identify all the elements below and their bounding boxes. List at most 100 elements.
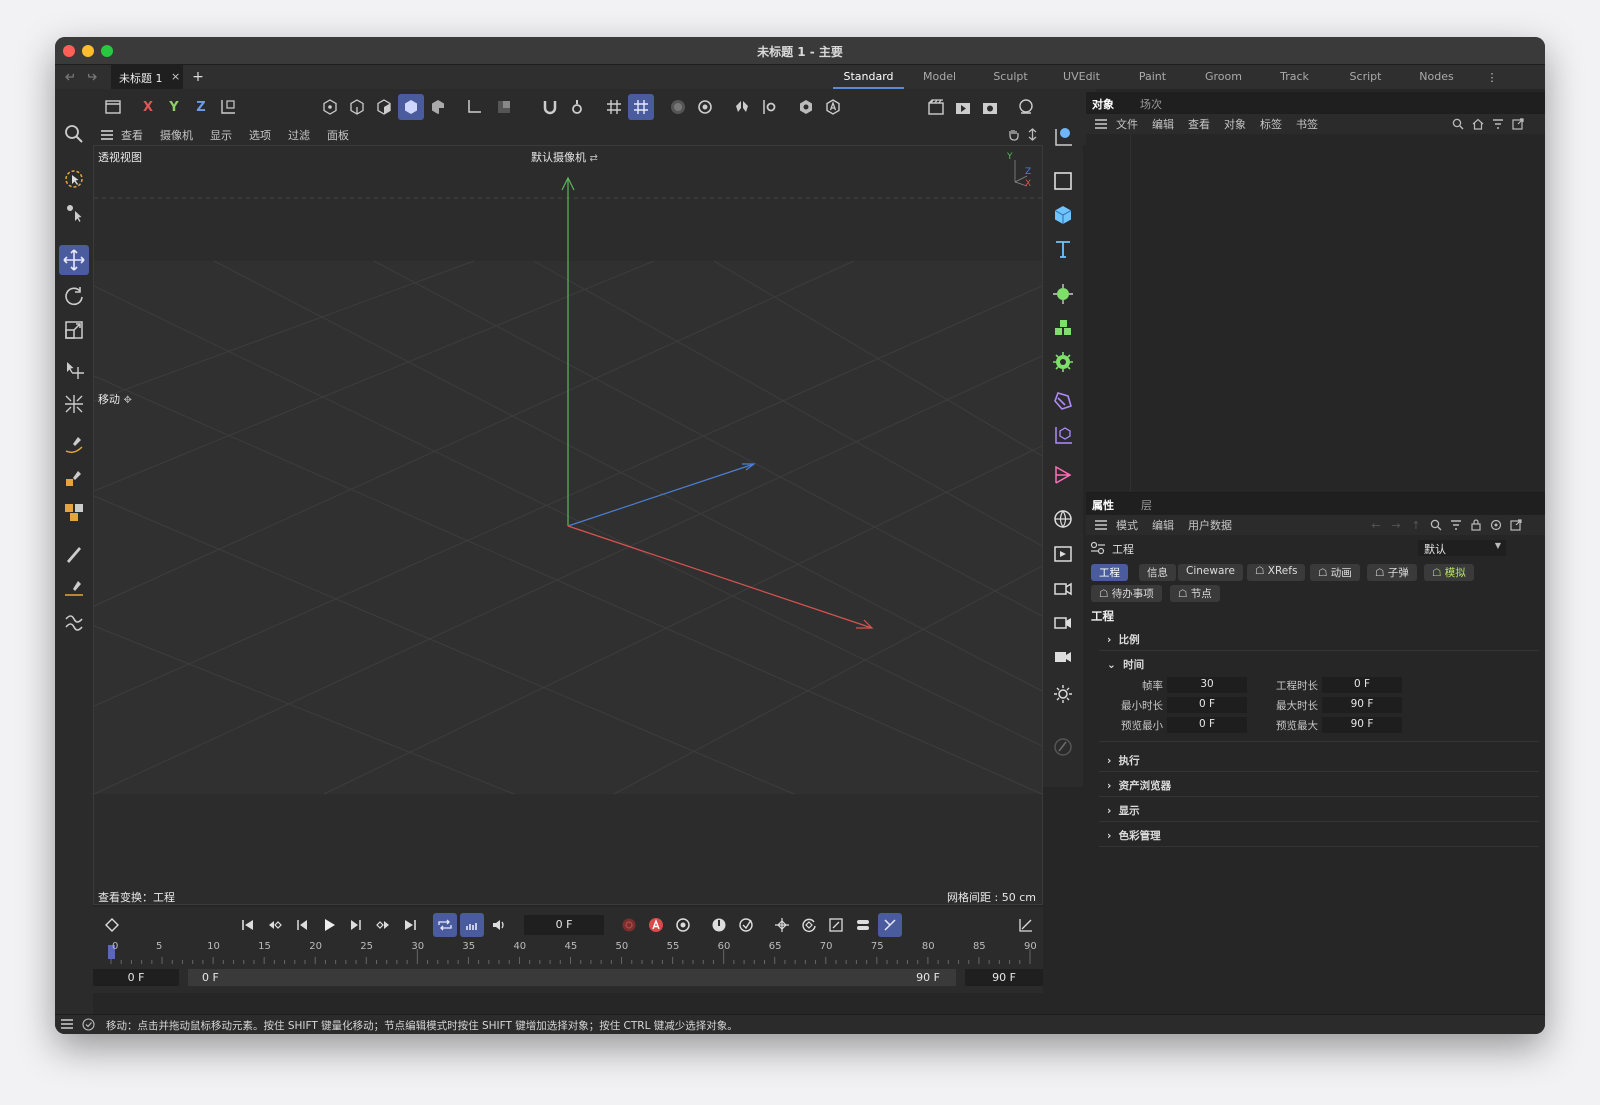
lock-icon[interactable] (1468, 517, 1484, 533)
plane-object-icon[interactable] (1048, 166, 1078, 196)
placement-tool-icon[interactable] (59, 355, 89, 385)
tab-takes[interactable]: 场次 (1140, 96, 1162, 112)
preset-select[interactable]: 默认 ▼ (1418, 540, 1506, 556)
camera-object-icon[interactable] (1048, 574, 1078, 604)
section-time[interactable]: ⌄ 时间 (1099, 652, 1539, 676)
spline-pen-icon[interactable] (59, 429, 89, 459)
tab-attributes[interactable]: 属性 (1092, 497, 1114, 513)
section-display[interactable]: › 显示 (1099, 798, 1539, 822)
transform-tool-icon[interactable] (59, 197, 89, 227)
mograph-spline-icon[interactable] (1048, 460, 1078, 490)
axis-x-lock[interactable]: X (135, 94, 161, 120)
object-menu-icon[interactable] (1086, 118, 1116, 130)
pan-hand-icon[interactable] (1005, 126, 1021, 142)
symmetry-settings-icon[interactable] (692, 94, 718, 120)
section-asset-browser[interactable]: › 资产浏览器 (1099, 773, 1539, 797)
null-object-icon[interactable] (1048, 122, 1078, 152)
chip-simulation[interactable]: ☖ 模拟 (1424, 564, 1474, 581)
next-key-icon[interactable] (371, 913, 395, 937)
solo-mode-icon[interactable] (491, 94, 517, 120)
model-mode-icon[interactable] (398, 94, 424, 120)
sound-icon[interactable] (487, 913, 511, 937)
search-icon[interactable] (59, 119, 89, 149)
range-slider[interactable]: 0 F 90 F (188, 969, 956, 986)
tab-standard[interactable]: Standard (833, 65, 904, 89)
prev-key-icon[interactable] (263, 913, 287, 937)
chip-bullet[interactable]: ☖ 子弹 (1367, 564, 1417, 581)
spline-arc-icon[interactable] (59, 607, 89, 637)
preview-min-field[interactable]: 0 F (1167, 717, 1247, 733)
key-position-icon[interactable] (770, 913, 794, 937)
deformer-object-icon[interactable] (1048, 386, 1078, 416)
chip-xrefs[interactable]: ☖ XRefs (1247, 564, 1306, 581)
fps-field[interactable]: 30 (1167, 677, 1247, 693)
key-parameter-icon[interactable] (851, 913, 875, 937)
tab-script[interactable]: Script (1330, 65, 1401, 89)
key-interpolation-icon[interactable] (734, 913, 758, 937)
camera-rig-icon[interactable] (1048, 608, 1078, 638)
tab-track[interactable]: Track (1259, 65, 1330, 89)
timeline-graph-icon[interactable] (1014, 913, 1038, 937)
omenu-file[interactable]: 文件 (1116, 116, 1138, 132)
section-color-management[interactable]: › 色彩管理 (1099, 823, 1539, 847)
next-frame-icon[interactable] (344, 913, 368, 937)
scale-tool-icon[interactable] (59, 315, 89, 345)
chip-animation[interactable]: ☖ 动画 (1310, 564, 1360, 581)
prev-frame-icon[interactable] (290, 913, 314, 937)
spline-smooth-icon[interactable] (59, 573, 89, 603)
light-object-icon[interactable] (1048, 678, 1078, 708)
playback-rate-icon[interactable] (460, 913, 484, 937)
range-end-field[interactable]: 90 F (965, 969, 1043, 986)
amenu-userdata[interactable]: 用户数据 (1188, 517, 1232, 533)
spline-primitives-icon[interactable] (59, 497, 89, 527)
field-object-icon[interactable] (1048, 420, 1078, 450)
chip-todo[interactable]: ☖ 待办事项 (1091, 585, 1162, 602)
chip-cineware[interactable]: Cineware (1178, 564, 1243, 581)
popout-icon[interactable] (1508, 517, 1524, 533)
coordinate-system-icon[interactable] (215, 94, 241, 120)
preview-max-field[interactable]: 90 F (1322, 717, 1402, 733)
loop-icon[interactable] (433, 913, 457, 937)
play-icon[interactable] (317, 913, 341, 937)
tab-paint[interactable]: Paint (1117, 65, 1188, 89)
effector-object-icon[interactable] (1048, 347, 1078, 377)
chip-project[interactable]: 工程 (1091, 564, 1128, 581)
document-tab[interactable]: 未标题 1 × (111, 65, 183, 89)
dynamic-placement-icon[interactable] (59, 389, 89, 419)
record-icon[interactable] (617, 913, 641, 937)
popout-icon[interactable] (1510, 116, 1526, 132)
move-tool-icon[interactable] (59, 245, 89, 275)
tab-sculpt[interactable]: Sculpt (975, 65, 1046, 89)
go-to-end-icon[interactable] (398, 913, 422, 937)
render-view-icon[interactable] (950, 94, 976, 120)
autokey-icon[interactable] (644, 913, 668, 937)
viewport-menu-icon[interactable] (93, 129, 121, 141)
amenu-edit[interactable]: 编辑 (1152, 517, 1174, 533)
render-settings-icon[interactable] (977, 94, 1003, 120)
forward-arrow-icon[interactable]: → (1388, 517, 1404, 533)
project-length-field[interactable]: 0 F (1322, 677, 1402, 693)
max-length-field[interactable]: 90 F (1322, 697, 1402, 713)
keyframe-selection-icon[interactable] (707, 913, 731, 937)
tab-layers[interactable]: 层 (1141, 497, 1152, 513)
undo-icon[interactable] (63, 69, 79, 85)
snap-magnet-icon[interactable] (537, 94, 563, 120)
range-start-field[interactable]: 0 F (93, 969, 179, 986)
soft-selection-icon[interactable] (665, 94, 691, 120)
render-region-icon[interactable] (923, 94, 949, 120)
keyframe-diamond-icon[interactable] (100, 913, 124, 937)
points-mode-icon[interactable] (317, 94, 343, 120)
search-icon[interactable] (1428, 517, 1444, 533)
axis-mode-icon[interactable] (461, 94, 487, 120)
vmenu-options[interactable]: 选项 (249, 127, 271, 143)
amenu-mode[interactable]: 模式 (1116, 517, 1138, 533)
go-to-start-icon[interactable] (236, 913, 260, 937)
redo-icon[interactable] (83, 69, 99, 85)
sketch-tool-icon[interactable] (59, 463, 89, 493)
symmetry-options-icon[interactable] (756, 94, 782, 120)
grid-icon[interactable] (601, 94, 627, 120)
tab-uvedit[interactable]: UVEdit (1046, 65, 1117, 89)
perspective-viewport[interactable]: 透视视图 默认摄像机 ⇄ 移动 ✥ Y Z X 查看变换：工程 网格间距 : 5… (93, 145, 1043, 905)
omenu-bookmark[interactable]: 书签 (1296, 116, 1318, 132)
scene-object-icon[interactable] (1048, 538, 1078, 568)
